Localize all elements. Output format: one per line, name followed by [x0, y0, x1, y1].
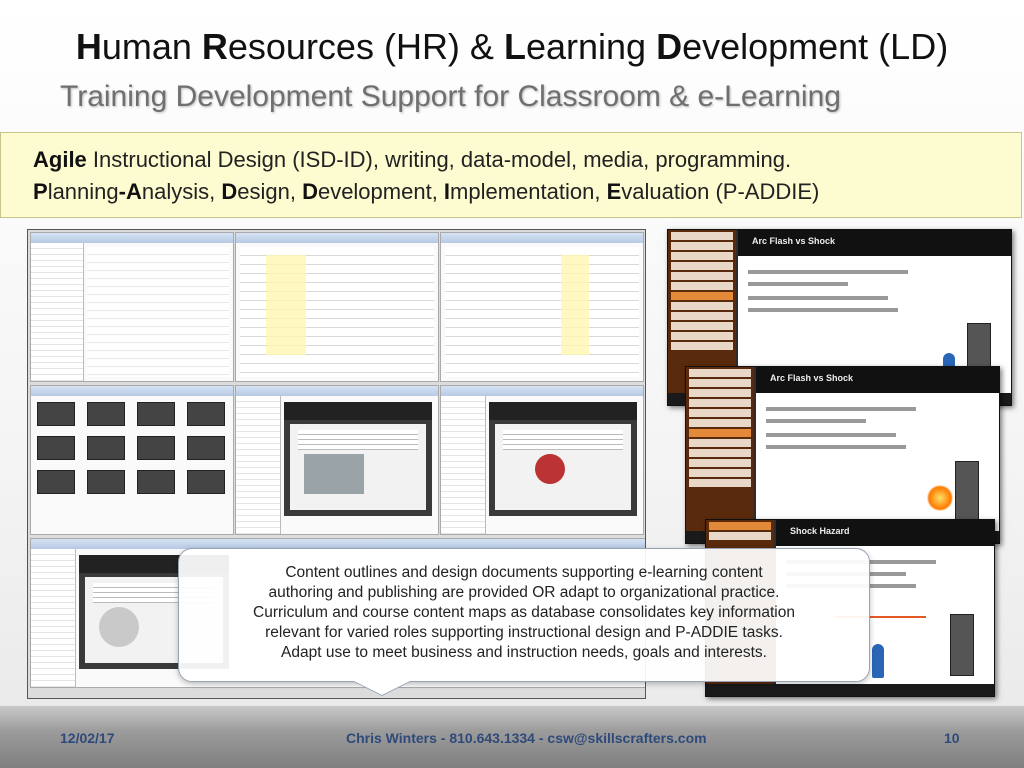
presentation-editor-thumbnail-1 — [235, 385, 439, 535]
footer-date: 12/02/17 — [60, 730, 115, 746]
page-subtitle: Training Development Support for Classro… — [60, 80, 841, 113]
spreadsheet-thumbnail-1 — [235, 232, 439, 382]
elearning-slide-arc-flash-2: Arc Flash vs Shock — [685, 366, 1000, 544]
description-line: Content outlines and design documents su… — [285, 564, 763, 581]
methodology-callout: Agile Instructional Design (ISD-ID), wri… — [0, 132, 1022, 218]
spreadsheet-thumbnail-2 — [440, 232, 644, 382]
description-line: authoring and publishing are provided OR… — [268, 584, 780, 601]
callout-line-1: Agile Instructional Design (ISD-ID), wri… — [33, 147, 792, 172]
outline-document-thumbnail — [30, 232, 234, 382]
page-title: Human Resources (HR) & Learning Developm… — [75, 26, 949, 67]
description-line: Adapt use to meet business and instructi… — [281, 644, 767, 661]
description-callout: Content outlines and design documents su… — [178, 548, 870, 695]
slide-footer: 12/02/17 Chris Winters - 810.643.1334 - … — [0, 706, 1024, 768]
slide-sorter-thumbnail — [30, 385, 234, 535]
footer-page-number: 10 — [944, 730, 960, 746]
description-line: relevant for varied roles supporting ins… — [265, 624, 783, 641]
footer-contact: Chris Winters - 810.643.1334 - csw@skill… — [346, 730, 707, 746]
callout-line-2: Planning-Analysis, Design, Development, … — [33, 179, 820, 204]
description-line: Curriculum and course content maps as da… — [253, 604, 795, 621]
callout-pointer — [354, 681, 410, 695]
presentation-editor-thumbnail-2 — [440, 385, 644, 535]
